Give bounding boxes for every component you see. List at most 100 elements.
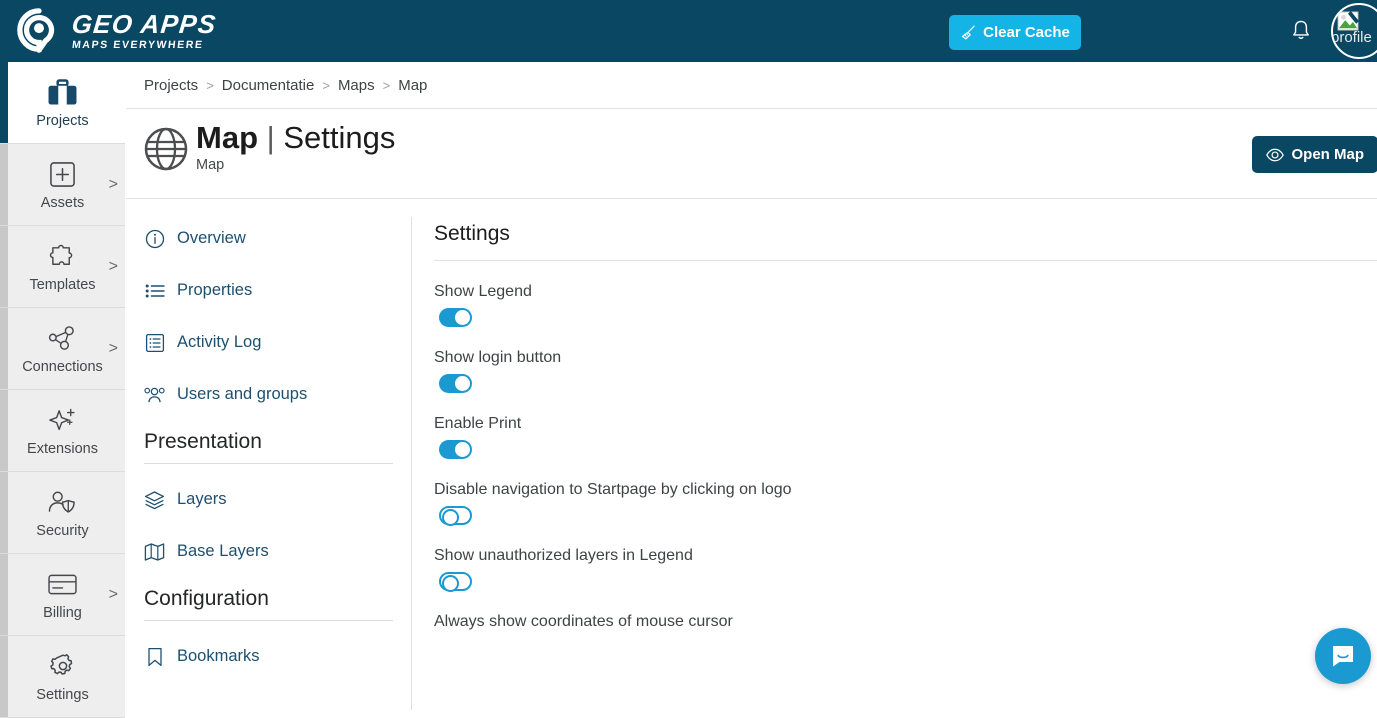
toggle-disable-startpage-navigation[interactable]: [439, 506, 472, 526]
credit-card-icon: [47, 568, 78, 600]
app-logo[interactable]: GEO APPS MAPS EVERYWHERE: [0, 8, 219, 54]
sidebar-item-templates[interactable]: Templates >: [0, 226, 125, 308]
bookmark-icon: [144, 646, 165, 667]
open-map-button[interactable]: Open Map: [1252, 136, 1377, 173]
setting-label: Show Legend: [434, 283, 532, 300]
layers-icon: [144, 489, 165, 510]
sidebar-item-settings[interactable]: Settings: [0, 636, 125, 718]
chat-bubble-icon: [1333, 646, 1353, 667]
sidebar-item-label: Extensions: [27, 441, 98, 457]
chevron-right-icon: >: [108, 339, 118, 357]
breadcrumb-separator: >: [206, 77, 214, 93]
nav-group-title-configuration: Configuration: [144, 587, 393, 621]
page-title-bold: Map: [196, 120, 258, 155]
nav-item-label: Bookmarks: [177, 647, 260, 665]
sidebar-item-label: Connections: [22, 359, 103, 375]
nav-item-base-layers[interactable]: Base Layers: [144, 535, 393, 568]
settings-panel: Settings Show Legend Show login button E…: [412, 200, 1377, 710]
setting-label: Show login button: [434, 349, 562, 366]
eye-icon: [1266, 148, 1285, 161]
nav-item-label: Properties: [177, 281, 253, 299]
nav-item-activity-log[interactable]: Activity Log: [144, 326, 393, 359]
top-header-bar: GEO APPS MAPS EVERYWHERE Clear Cache pro…: [0, 0, 1377, 62]
page-title-bar: Map | Settings Map Open Map: [126, 110, 1377, 199]
notification-bell-icon[interactable]: [1288, 18, 1314, 44]
logo-wordmark: GEO APPS MAPS EVERYWHERE: [70, 9, 219, 52]
logo-subtitle: MAPS EVERYWHERE: [71, 39, 205, 52]
setting-row-always-show-coordinates: Always show coordinates of mouse cursor: [434, 613, 1377, 631]
avatar[interactable]: profile: [1331, 3, 1377, 59]
breadcrumb: Projects > Documentatie > Maps > Map: [126, 62, 1377, 109]
breadcrumb-item-maps[interactable]: Maps: [338, 77, 375, 94]
nav-group-title-presentation: Presentation: [144, 430, 393, 464]
avatar-alt-text: profile: [1331, 29, 1372, 46]
map-pin-circle-logo-icon: [17, 8, 55, 53]
puzzle-icon: [47, 240, 78, 272]
logo-title: GEO APPS: [70, 9, 219, 40]
chevron-right-icon: >: [108, 175, 118, 193]
toggle-enable-print[interactable]: [439, 440, 472, 459]
setting-row-show-login-button: Show login button: [434, 349, 1377, 393]
network-icon: [48, 322, 77, 354]
settings-section-nav: Overview Properties Activity Log Users a…: [126, 200, 411, 710]
setting-label: Always show coordinates of mouse cursor: [434, 613, 733, 630]
breadcrumb-separator: >: [322, 77, 330, 93]
breadcrumb-item-documentatie[interactable]: Documentatie: [222, 77, 315, 94]
sidebar-item-projects[interactable]: Projects: [0, 62, 125, 144]
map-fold-icon: [144, 541, 165, 562]
clear-cache-button[interactable]: Clear Cache: [949, 15, 1081, 50]
open-map-label: Open Map: [1291, 146, 1364, 163]
broom-icon: [962, 25, 975, 40]
sidebar-item-billing[interactable]: Billing >: [0, 554, 125, 636]
sidebar-item-label: Settings: [36, 687, 89, 703]
page-title-separator: |: [266, 120, 275, 155]
setting-label: Disable navigation to Startpage by click…: [434, 481, 792, 498]
page-title-light: Settings: [283, 120, 396, 155]
sidebar-item-connections[interactable]: Connections >: [0, 308, 125, 390]
user-shield-icon: [47, 486, 78, 518]
sidebar-item-assets[interactable]: Assets >: [0, 144, 125, 226]
sidebar-item-label: Projects: [36, 113, 89, 129]
setting-label: Show unauthorized layers in Legend: [434, 547, 693, 564]
settings-heading: Settings: [434, 222, 510, 245]
breadcrumb-item-map[interactable]: Map: [398, 77, 427, 94]
toggle-show-login-button[interactable]: [439, 374, 472, 393]
sidebar-item-extensions[interactable]: Extensions: [0, 390, 125, 472]
list-bullets-icon: [144, 280, 165, 301]
nav-item-users-and-groups[interactable]: Users and groups: [144, 378, 393, 411]
nav-item-label: Overview: [177, 229, 246, 247]
sidebar-item-label: Security: [36, 523, 89, 539]
page-title: Map | Settings Map: [196, 120, 396, 173]
breadcrumb-item-projects[interactable]: Projects: [144, 77, 198, 94]
globe-icon: [144, 127, 188, 171]
setting-label: Enable Print: [434, 415, 522, 432]
nav-item-label: Layers: [177, 490, 227, 508]
page-subtitle: Map: [196, 156, 225, 173]
briefcase-icon: [47, 76, 78, 108]
nav-item-label: Activity Log: [177, 333, 262, 351]
setting-row-disable-startpage-navigation: Disable navigation to Startpage by click…: [434, 481, 1377, 526]
nav-item-bookmarks[interactable]: Bookmarks: [144, 640, 393, 673]
chevron-right-icon: >: [108, 257, 118, 275]
setting-row-show-unauthorized-layers: Show unauthorized layers in Legend: [434, 547, 1377, 592]
nav-item-overview[interactable]: Overview: [144, 222, 393, 255]
sidebar-item-label: Billing: [43, 605, 82, 621]
breadcrumb-separator: >: [382, 77, 391, 93]
log-document-icon: [144, 332, 165, 353]
toggle-show-legend[interactable]: [439, 308, 472, 327]
chevron-right-icon: >: [108, 585, 118, 603]
toggle-show-unauthorized-layers[interactable]: [439, 572, 472, 592]
chat-launcher-button[interactable]: [1315, 628, 1371, 684]
nav-item-properties[interactable]: Properties: [144, 274, 393, 307]
gear-icon: [49, 650, 77, 682]
nav-item-label: Base Layers: [177, 542, 269, 560]
setting-row-enable-print: Enable Print: [434, 415, 1377, 459]
primary-sidebar: Projects Assets > Templates > Connection…: [0, 62, 125, 718]
settings-heading-rule: [434, 260, 1377, 261]
sparkle-plus-icon: [48, 404, 78, 436]
users-group-icon: [144, 384, 165, 405]
sidebar-item-label: Templates: [29, 277, 96, 293]
nav-item-layers[interactable]: Layers: [144, 483, 393, 516]
plus-box-icon: [49, 158, 76, 190]
sidebar-item-security[interactable]: Security: [0, 472, 125, 554]
